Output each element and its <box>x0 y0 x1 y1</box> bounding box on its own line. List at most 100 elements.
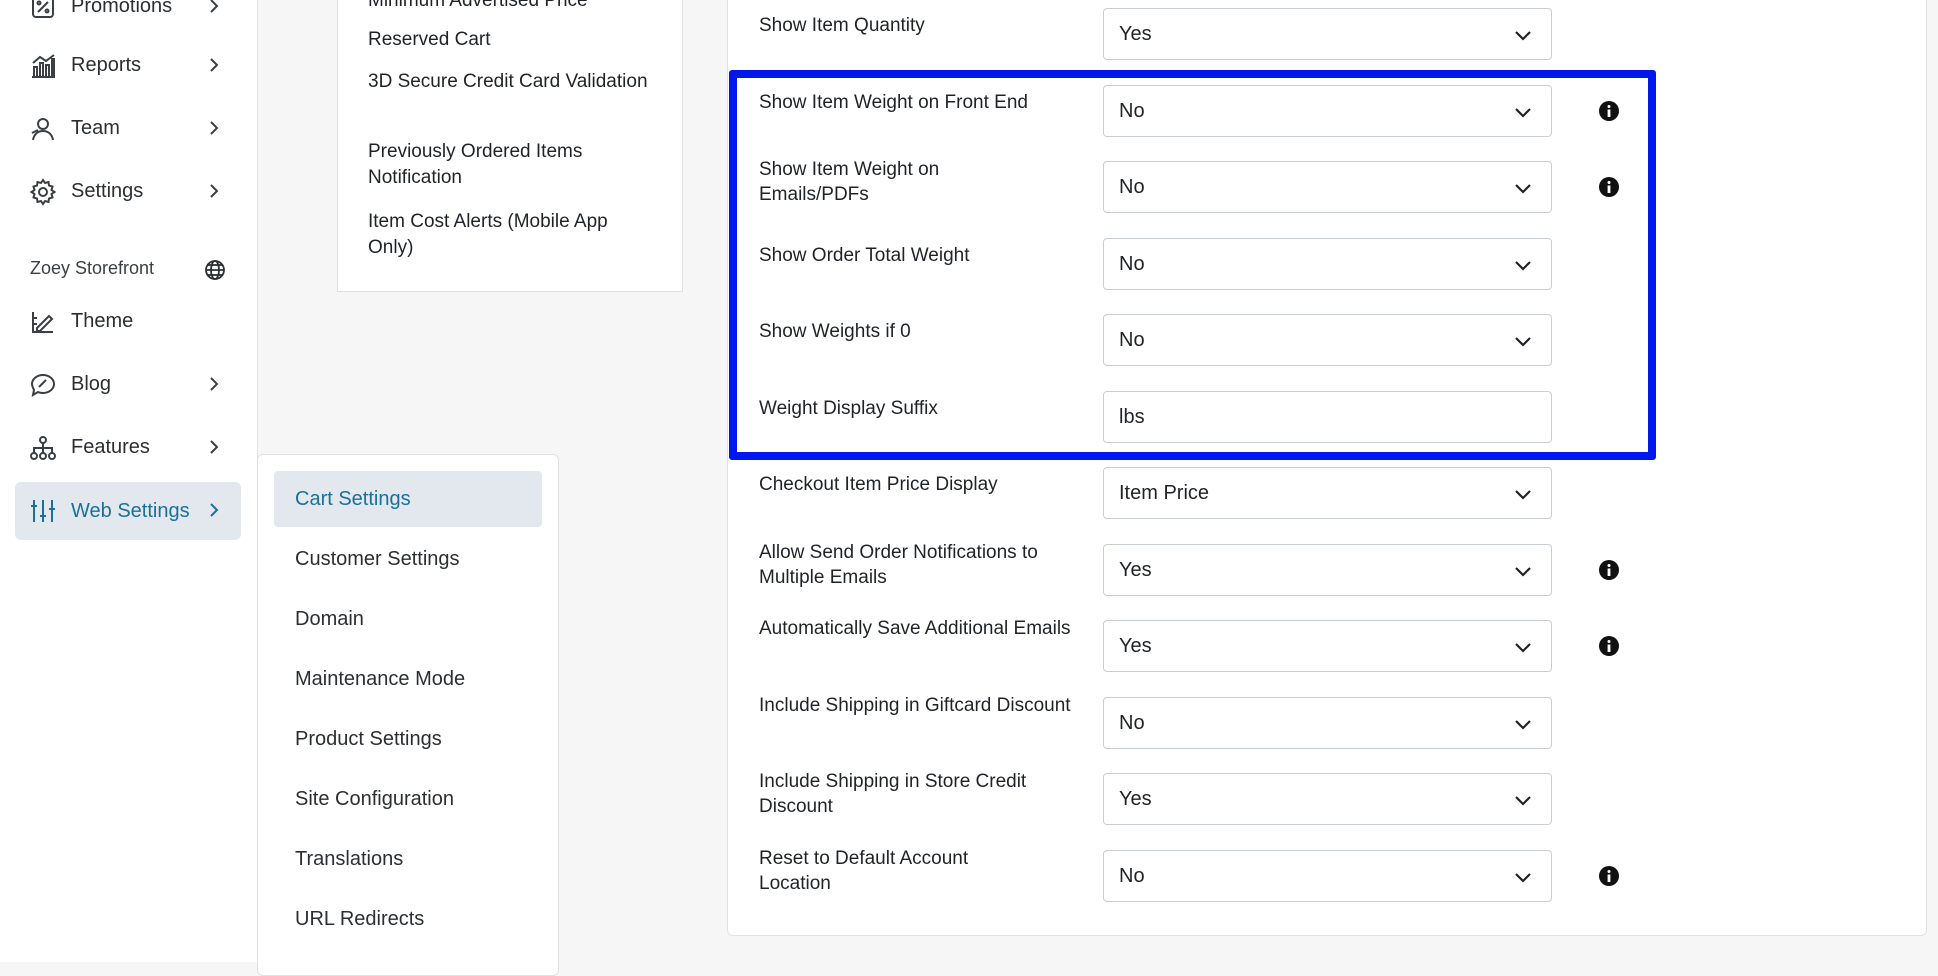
chevron-right-icon <box>210 58 219 72</box>
gear-icon <box>29 178 57 206</box>
setting-label: Automatically Save Additional Emails <box>759 618 1071 639</box>
chevron-right-icon <box>210 0 219 13</box>
sidebar: Promotions Reports Team Settings Zoey St… <box>0 0 258 962</box>
setting-row: Show Order Total Weight No <box>728 234 1926 294</box>
submenu-item-site-configuration[interactable]: Site Configuration <box>274 771 542 827</box>
info-icon[interactable] <box>1598 635 1620 657</box>
setting-select[interactable]: No <box>1103 850 1552 902</box>
info-icon[interactable] <box>1598 865 1620 887</box>
setting-select[interactable]: Yes <box>1103 620 1552 672</box>
list-item[interactable]: Item Cost Alerts (Mobile App Only) <box>368 209 658 261</box>
reports-icon <box>32 54 55 78</box>
setting-label: Show Order Total Weight <box>759 245 970 266</box>
chevron-down-icon <box>1515 184 1531 194</box>
chevron-down-icon <box>1515 261 1531 271</box>
info-icon[interactable] <box>1598 559 1620 581</box>
setting-select[interactable]: No <box>1103 85 1552 137</box>
chevron-right-icon <box>210 121 219 135</box>
setting-select[interactable]: Item Price <box>1103 467 1552 519</box>
select-value: No <box>1119 328 1145 351</box>
submenu-item-translations[interactable]: Translations <box>274 831 542 887</box>
select-value: No <box>1119 175 1145 198</box>
setting-select[interactable]: Yes <box>1103 544 1552 596</box>
setting-select[interactable]: No <box>1103 161 1552 213</box>
chevron-down-icon <box>1515 796 1531 806</box>
nav-label: Reports <box>71 53 142 76</box>
chevron-right-icon <box>210 377 219 391</box>
submenu-item-url-redirects[interactable]: URL Redirects <box>274 891 542 947</box>
setting-label: Weight Display Suffix <box>759 398 938 419</box>
setting-row: Show Item Weight on Front End No <box>728 81 1926 141</box>
chevron-down-icon <box>1515 873 1531 883</box>
setting-row: Show Item Weight on Emails/PDFs No <box>728 157 1926 217</box>
features-icon <box>30 436 56 460</box>
setting-label: Include Shipping in Store Credit Discoun… <box>759 771 1027 817</box>
chevron-right-icon <box>210 503 219 517</box>
submenu-item-maintenance-mode[interactable]: Maintenance Mode <box>274 651 542 707</box>
cart-settings-panel: Show Item Quantity Yes Show Item Weight … <box>727 0 1927 936</box>
setting-label: Checkout Item Price Display <box>759 474 998 495</box>
chevron-down-icon <box>1515 31 1531 41</box>
chevron-right-icon <box>210 184 219 198</box>
submenu-item-customer-settings[interactable]: Customer Settings <box>274 531 542 587</box>
setting-row: Reset to Default Account Location No <box>728 846 1926 906</box>
setting-row: Weight Display Suffix lbs <box>728 387 1926 447</box>
setting-label: Show Weights if 0 <box>759 321 911 342</box>
nav-label: Settings <box>71 179 144 202</box>
nav-label: Web Settings <box>71 499 190 522</box>
list-item[interactable]: Minimum Advertised Price <box>368 0 658 14</box>
setting-row: Include Shipping in Store Credit Discoun… <box>728 769 1926 829</box>
globe-icon[interactable] <box>204 259 226 281</box>
nav-label: Promotions <box>71 0 173 17</box>
setting-select[interactable]: Yes <box>1103 8 1552 60</box>
weight-suffix-input[interactable]: lbs <box>1103 391 1552 443</box>
chevron-right-icon <box>210 440 219 454</box>
submenu-item-product-settings[interactable]: Product Settings <box>274 711 542 767</box>
select-value: Yes <box>1119 558 1152 581</box>
select-value: Yes <box>1119 787 1152 810</box>
cart-features-list: Minimum Advertised Price Reserved Cart 3… <box>337 0 683 292</box>
setting-select[interactable]: Yes <box>1103 773 1552 825</box>
select-value: No <box>1119 252 1145 275</box>
nav-label: Features <box>71 435 150 458</box>
promotions-icon <box>32 0 54 18</box>
nav-item-web-settings[interactable]: Web Settings <box>15 482 241 540</box>
theme-icon <box>32 312 54 333</box>
setting-label: Show Item Quantity <box>759 15 925 36</box>
setting-row: Automatically Save Additional Emails Yes <box>728 616 1926 676</box>
nav-item-features[interactable]: Features <box>15 419 241 475</box>
submenu-item-cart-settings[interactable]: Cart Settings <box>274 471 542 527</box>
info-icon[interactable] <box>1598 100 1620 122</box>
setting-label: Show Item Weight on Emails/PDFs <box>759 159 940 205</box>
select-value: Item Price <box>1119 481 1210 504</box>
setting-row: Show Weights if 0 No <box>728 310 1926 370</box>
nav-label: Team <box>71 116 120 139</box>
select-value: Yes <box>1119 22 1152 45</box>
select-value: No <box>1119 711 1145 734</box>
nav-item-theme[interactable]: Theme <box>15 293 241 349</box>
setting-select[interactable]: No <box>1103 697 1552 749</box>
chevron-down-icon <box>1515 108 1531 118</box>
setting-select[interactable]: No <box>1103 238 1552 290</box>
nav-item-promotions[interactable]: Promotions <box>15 0 241 34</box>
setting-label: Allow Send Order Notifications to Multip… <box>759 542 1038 588</box>
list-item[interactable]: Previously Ordered Items Notification <box>368 139 658 191</box>
info-icon[interactable] <box>1598 176 1620 198</box>
nav-item-blog[interactable]: Blog <box>15 356 241 412</box>
web-settings-submenu: Cart Settings Customer Settings Domain M… <box>257 454 559 976</box>
nav-item-settings[interactable]: Settings <box>15 163 241 219</box>
setting-label: Show Item Weight on Front End <box>759 92 1028 113</box>
chevron-down-icon <box>1515 720 1531 730</box>
setting-select[interactable]: No <box>1103 314 1552 366</box>
setting-label: Reset to Default Account Location <box>759 848 969 894</box>
submenu-item-domain[interactable]: Domain <box>274 591 542 647</box>
nav-item-reports[interactable]: Reports <box>15 37 241 93</box>
blog-icon <box>30 373 56 398</box>
nav-item-team[interactable]: Team <box>15 100 241 156</box>
setting-row: Checkout Item Price Display Item Price <box>728 463 1926 523</box>
list-item[interactable]: Reserved Cart <box>368 27 658 53</box>
chevron-down-icon <box>1515 337 1531 347</box>
select-value: Yes <box>1119 634 1152 657</box>
list-item[interactable]: 3D Secure Credit Card Validation <box>368 69 658 95</box>
storefront-section-label: Zoey Storefront <box>30 258 155 278</box>
